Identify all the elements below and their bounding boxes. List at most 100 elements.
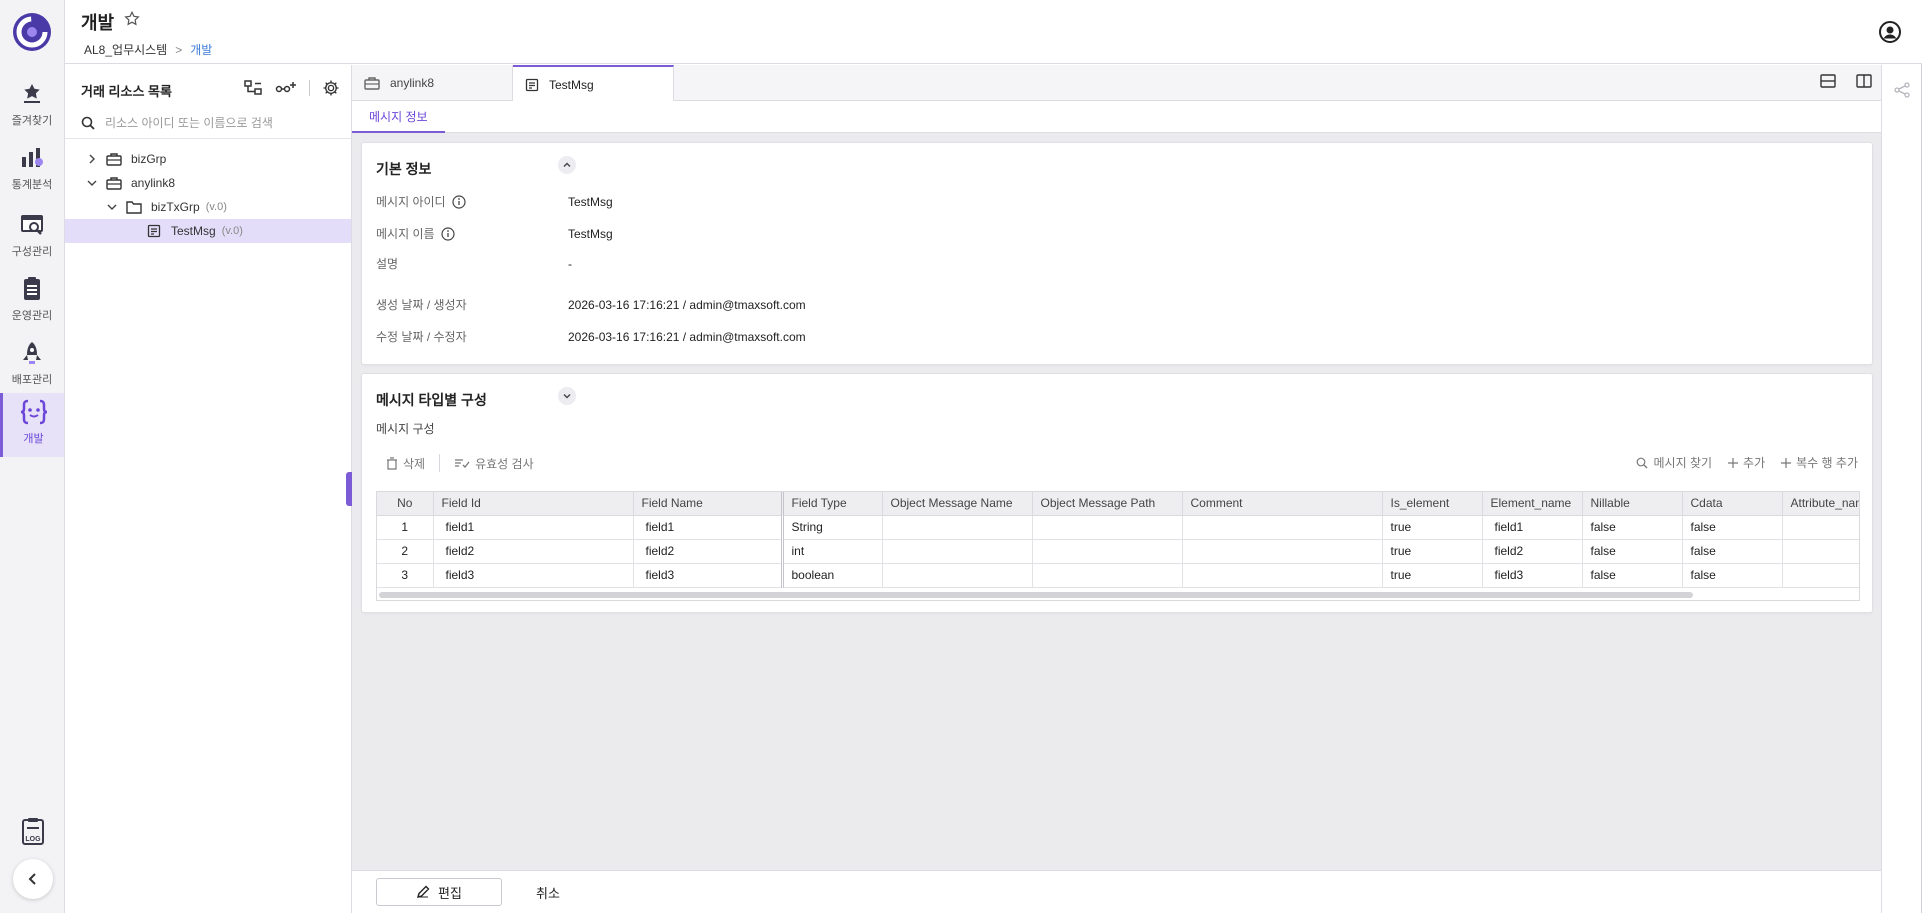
column-header[interactable]: Element_name <box>1482 492 1583 516</box>
cell-field-id[interactable]: field1 <box>433 515 634 540</box>
breadcrumb-current[interactable]: 개발 <box>190 41 212 58</box>
tree-item-bizgrp[interactable]: bizGrp <box>65 147 351 171</box>
column-header[interactable]: Cdata <box>1682 492 1783 516</box>
cell-field-id[interactable]: field2 <box>433 539 634 564</box>
share-nodes-icon[interactable] <box>1894 82 1910 98</box>
horizontal-scrollbar[interactable] <box>379 592 1693 598</box>
view-toggle-group <box>1819 73 1873 89</box>
resource-search-input[interactable] <box>105 115 325 130</box>
collapse-toggle[interactable] <box>558 387 576 405</box>
table-row[interactable]: 3 field3 field3 boolean true field3 fals… <box>377 563 1859 588</box>
collapse-toggle[interactable] <box>558 156 576 174</box>
column-header[interactable]: Field Id <box>433 492 634 516</box>
validate-button[interactable]: 유효성 검사 <box>454 455 534 472</box>
split-horizontal-icon[interactable] <box>1819 73 1837 89</box>
cell-object-message-name[interactable] <box>882 539 1033 564</box>
cell-nillable[interactable]: false <box>1582 515 1683 540</box>
info-circle-icon[interactable] <box>451 194 466 209</box>
star-list-icon <box>17 79 47 109</box>
cell-is-element[interactable]: true <box>1382 515 1483 540</box>
nav-favorites[interactable]: 즐겨찾기 <box>0 75 64 137</box>
edit-button[interactable]: 편집 <box>376 878 502 906</box>
cell-field-id[interactable]: field3 <box>433 563 634 588</box>
column-header[interactable]: No <box>377 492 434 516</box>
collapse-nav-button[interactable] <box>13 859 53 899</box>
cell-is-element[interactable]: true <box>1382 539 1483 564</box>
cell-element-name[interactable]: field2 <box>1482 539 1583 564</box>
cell-nillable[interactable]: false <box>1582 539 1683 564</box>
column-header[interactable]: Object Message Path <box>1032 492 1183 516</box>
cell-attribute-name[interactable] <box>1782 563 1859 588</box>
nav-operations[interactable]: 운영관리 <box>0 270 64 332</box>
cell-comment[interactable] <box>1182 539 1383 564</box>
cell-field-type[interactable]: boolean <box>782 563 883 588</box>
chevron-down-icon[interactable] <box>85 176 99 190</box>
cell-field-type[interactable]: String <box>782 515 883 540</box>
cell-object-message-path[interactable] <box>1032 515 1183 540</box>
find-message-button[interactable]: 메시지 찾기 <box>1636 454 1712 471</box>
tree-item-testmsg[interactable]: TestMsg (v.0) <box>65 219 351 243</box>
column-header[interactable]: Field Type <box>782 492 883 516</box>
cell-cdata[interactable]: false <box>1682 539 1783 564</box>
cancel-button[interactable]: 취소 <box>528 878 568 906</box>
nav-config[interactable]: 구성관리 <box>0 206 64 268</box>
nav-development[interactable]: 개발 <box>0 393 64 457</box>
column-header[interactable]: Object Message Name <box>882 492 1033 516</box>
cell-cdata[interactable]: false <box>1682 563 1783 588</box>
user-account-icon[interactable] <box>1878 20 1902 44</box>
column-header[interactable]: Attribute_name <box>1782 492 1859 516</box>
settings-gear-icon[interactable] <box>322 79 340 97</box>
column-header[interactable]: Field Name <box>633 492 784 516</box>
cell-object-message-path[interactable] <box>1032 539 1183 564</box>
cell-cdata[interactable]: false <box>1682 515 1783 540</box>
cell-is-element[interactable]: true <box>1382 563 1483 588</box>
add-multiple-rows-button[interactable]: 복수 행 추가 <box>1781 454 1858 471</box>
table-row[interactable]: 1 field1 field1 String true field1 false… <box>377 515 1859 540</box>
resource-tree: bizGrp anylink8 bizTxGrp (v.0) TestMsg (… <box>65 147 351 243</box>
info-row-description: 설명 - <box>376 255 572 272</box>
resource-search <box>65 107 351 139</box>
config-search-icon <box>17 210 47 240</box>
split-vertical-icon[interactable] <box>1855 73 1873 89</box>
nav-deploy[interactable]: 배포관리 <box>0 334 64 396</box>
column-header[interactable]: Is_element <box>1382 492 1483 516</box>
cell-comment[interactable] <box>1182 515 1383 540</box>
add-button[interactable]: 추가 <box>1728 454 1765 471</box>
cell-field-name[interactable]: field1 <box>633 515 784 540</box>
cell-object-message-name[interactable] <box>882 515 1033 540</box>
column-header[interactable]: Comment <box>1182 492 1383 516</box>
cell-element-name[interactable]: field1 <box>1482 515 1583 540</box>
tab-anylink8[interactable]: anylink8 <box>352 65 513 101</box>
delete-button[interactable]: 삭제 <box>386 455 425 472</box>
subtab-message-info[interactable]: 메시지 정보 <box>352 101 445 133</box>
chevron-down-icon[interactable] <box>105 200 119 214</box>
tree-item-anylink8[interactable]: anylink8 <box>65 171 351 195</box>
cell-field-name[interactable]: field3 <box>633 563 784 588</box>
cell-element-name[interactable]: field3 <box>1482 563 1583 588</box>
cell-attribute-name[interactable] <box>1782 539 1859 564</box>
cell-field-name[interactable]: field2 <box>633 539 784 564</box>
left-nav: 즐겨찾기 통계분석 구성관리 운영관리 배포관리 개발 LOG <box>0 0 65 913</box>
info-circle-icon[interactable] <box>440 226 455 241</box>
chevron-right-icon[interactable] <box>85 152 99 166</box>
plus-icon <box>1728 457 1739 468</box>
favorite-star-icon[interactable] <box>123 10 141 28</box>
nav-statistics[interactable]: 통계분석 <box>0 139 64 201</box>
info-value: TestMsg <box>568 226 613 241</box>
app-logo[interactable] <box>11 11 53 53</box>
cell-object-message-name[interactable] <box>882 563 1033 588</box>
column-header[interactable]: Nillable <box>1582 492 1683 516</box>
breadcrumb-root[interactable]: AL8_업무시스템 <box>84 41 167 58</box>
tree-structure-icon[interactable] <box>243 79 263 97</box>
tree-item-biztxgrp[interactable]: bizTxGrp (v.0) <box>65 195 351 219</box>
cell-comment[interactable] <box>1182 563 1383 588</box>
cell-nillable[interactable]: false <box>1582 563 1683 588</box>
cell-object-message-path[interactable] <box>1032 563 1183 588</box>
log-icon[interactable]: LOG <box>19 816 47 846</box>
table-row[interactable]: 2 field2 field2 int true field2 false fa… <box>377 539 1859 564</box>
add-link-icon[interactable] <box>275 79 297 97</box>
tab-testmsg[interactable]: TestMsg <box>513 65 674 102</box>
cell-field-type[interactable]: int <box>782 539 883 564</box>
cell-attribute-name[interactable] <box>1782 515 1859 540</box>
validate-label: 유효성 검사 <box>475 456 534 471</box>
